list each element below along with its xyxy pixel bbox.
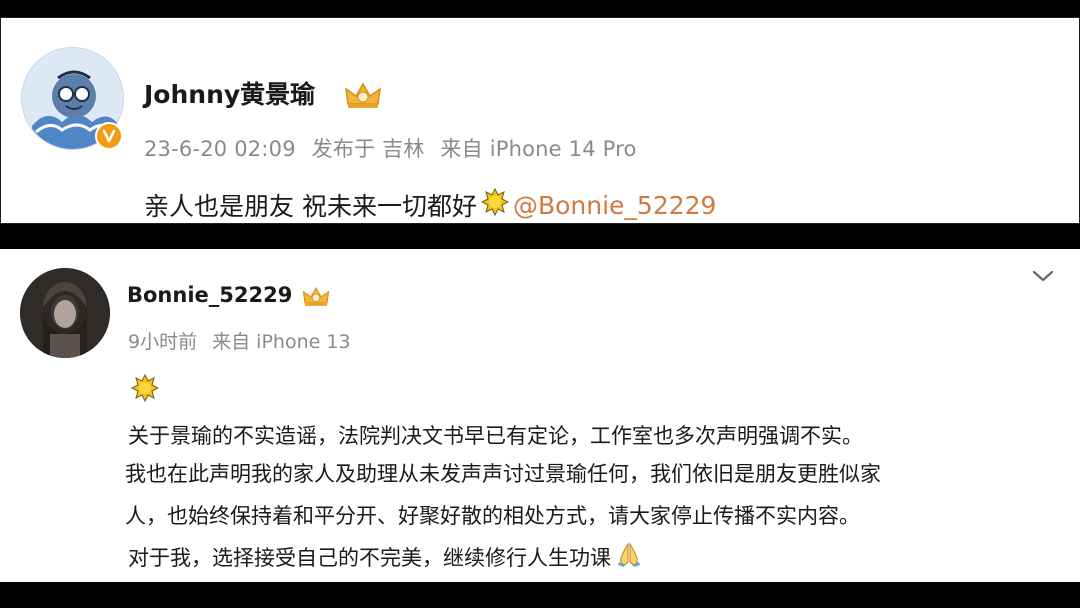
post-time[interactable]: 9小时前 <box>128 331 197 353</box>
post-line-4-text: 对于我，选择接受自己的不完美，继续修行人生功课 <box>128 545 611 570</box>
post-line-1: 关于景瑜的不实造谣，法院判决文书早已有定论，工作室也多次声明强调不实。 <box>128 424 863 448</box>
post-line-4: 对于我，选择接受自己的不完美，继续修行人生功课 <box>128 540 647 573</box>
sun-emoji <box>480 187 510 222</box>
mention-link[interactable]: @Bonnie_52229 <box>513 191 717 220</box>
vip-crown-icon[interactable] <box>344 82 382 114</box>
chevron-down-icon[interactable] <box>1031 268 1055 288</box>
pray-emoji <box>615 540 643 573</box>
verified-v-badge <box>95 122 123 150</box>
username[interactable]: Johnny黄景瑜 <box>144 75 315 111</box>
vip-crown-icon[interactable] <box>302 286 330 312</box>
post-body: 亲人也是朋友 祝未来一切都好 <box>144 192 477 221</box>
username[interactable]: Bonnie_52229 <box>127 283 292 307</box>
sun-emoji <box>130 373 160 406</box>
post-text: 亲人也是朋友 祝未来一切都好 @Bonnie_52229 <box>144 187 716 223</box>
weibo-post-card-johnny: Johnny黄景瑜 23-6-20 02:09 发布于 吉林 来自 iPhone… <box>0 17 1080 224</box>
post-meta: 23-6-20 02:09 发布于 吉林 来自 iPhone 14 Pro <box>144 133 646 163</box>
post-line-2: 我也在此声明我的家人及助理从未发声声讨过景瑜任何，我们依旧是朋友更胜似家 <box>125 462 881 486</box>
post-line-3: 人，也始终保持着和平分开、好聚好散的相处方式，请大家停止传播不实内容。 <box>125 504 860 528</box>
avatar[interactable] <box>20 268 110 358</box>
post-source: 来自 iPhone 14 Pro <box>440 137 637 161</box>
post-source: 来自 iPhone 13 <box>212 331 351 353</box>
post-meta: 9小时前 来自 iPhone 13 <box>128 327 360 354</box>
post-location: 发布于 吉林 <box>311 137 425 161</box>
post-time[interactable]: 23-6-20 02:09 <box>144 137 296 161</box>
